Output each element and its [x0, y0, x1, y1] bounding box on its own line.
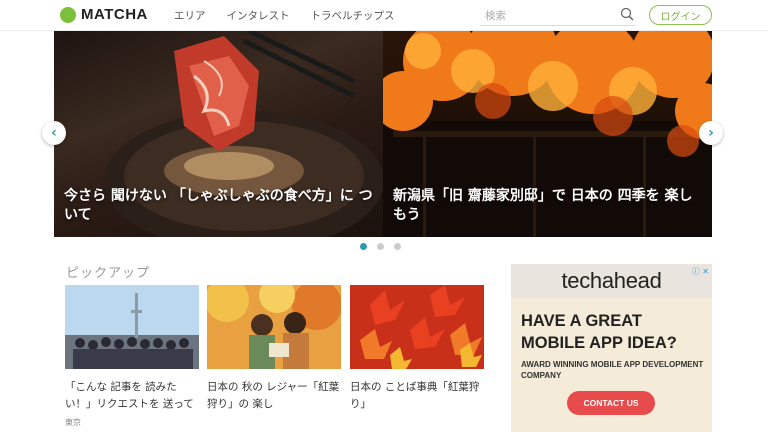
- ad-brand-bar: techahead: [511, 264, 712, 298]
- matcha-logo[interactable]: MATCHA: [60, 6, 148, 23]
- card-image: [207, 285, 341, 369]
- logo-text: MATCHA: [81, 6, 148, 23]
- card-image: [65, 285, 199, 369]
- carousel-dot-2[interactable]: [377, 243, 384, 250]
- hero-slide-title: 今さら 聞けない 「しゃぶしゃぶの食べ方」に ついて: [64, 188, 373, 223]
- carousel-dots: [360, 243, 401, 250]
- carousel-prev-chevron-icon[interactable]: ‹: [42, 121, 66, 145]
- ad-headline-line-1: HAVE A GREAT: [521, 312, 643, 330]
- logo-leaf-icon: [60, 6, 76, 23]
- hero-carousel: 今さら 聞けない 「しゃぶしゃぶの食べ方」に ついて 新潟県「旧 齋藤家別邸」で…: [0, 31, 768, 237]
- card-title: 日本の ことば事典「紅葉狩り」: [350, 381, 480, 410]
- carousel-next-chevron-icon[interactable]: ›: [699, 121, 723, 145]
- search-bar: [480, 4, 636, 26]
- ad-contact-button[interactable]: CONTACT US: [567, 391, 655, 415]
- carousel-dot-1[interactable]: [360, 243, 367, 250]
- site-header: MATCHA エリア インタレスト トラベルチップス ログイン: [0, 0, 768, 31]
- ad-subheading: AWARD WINNING MOBILE APP DEVELOPMENT COM…: [521, 360, 704, 380]
- pickup-heading: ピックアップ: [66, 266, 151, 281]
- main-nav: エリア インタレスト トラベルチップス: [174, 8, 395, 23]
- login-button[interactable]: ログイン: [649, 5, 712, 25]
- ad-choices-icon[interactable]: ⓘ ✕: [692, 266, 709, 277]
- hero-slide-title: 新潟県「旧 齋藤家別邸」で 日本の 四季を 楽しもう: [393, 188, 693, 223]
- hero-slide-saito-villa[interactable]: 新潟県「旧 齋藤家別邸」で 日本の 四季を 楽しもう: [383, 31, 712, 237]
- card-title: 「こんな 記事を 読みたい！」リクエストを 送って: [65, 381, 194, 410]
- search-icon[interactable]: [620, 7, 634, 21]
- ad-brand-logo: techahead: [561, 268, 662, 293]
- card-image: [350, 285, 484, 369]
- pickup-card[interactable]: 日本の ことば事典「紅葉狩り」: [350, 285, 484, 413]
- nav-item-travel-tips[interactable]: トラベルチップス: [311, 8, 395, 23]
- search-input[interactable]: [480, 6, 610, 26]
- ad-headline: HAVE A GREAT MOBILE APP IDEA?: [521, 310, 677, 354]
- nav-item-area[interactable]: エリア: [174, 8, 206, 23]
- hero-slide-shabushabu[interactable]: 今さら 聞けない 「しゃぶしゃぶの食べ方」に ついて: [54, 31, 383, 237]
- card-area-tag[interactable]: 東京: [65, 417, 199, 428]
- pickup-card[interactable]: 日本の 秋の レジャー「紅葉狩り」の 楽し: [207, 285, 341, 413]
- nav-item-interest[interactable]: インタレスト: [227, 8, 290, 23]
- advertisement[interactable]: techahead ⓘ ✕ HAVE A GREAT MOBILE APP ID…: [511, 264, 712, 432]
- pickup-card[interactable]: 「こんな 記事を 読みたい！」リクエストを 送って 東京: [65, 285, 199, 428]
- ad-headline-line-2: MOBILE APP IDEA?: [521, 334, 677, 352]
- card-title: 日本の 秋の レジャー「紅葉狩り」の 楽し: [207, 381, 340, 410]
- carousel-dot-3[interactable]: [394, 243, 401, 250]
